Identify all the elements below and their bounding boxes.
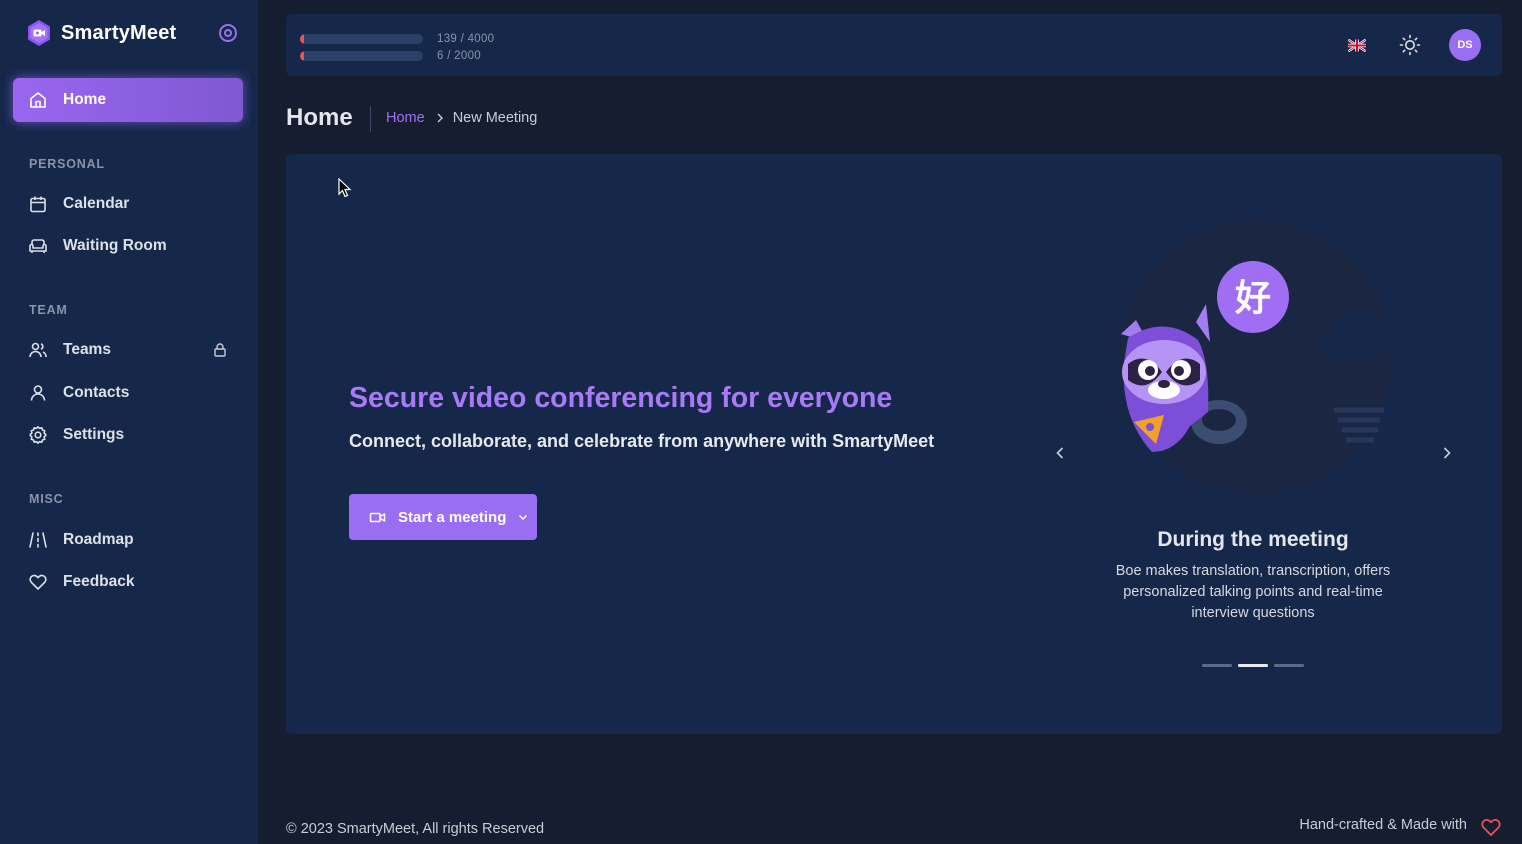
calendar-icon	[30, 196, 46, 213]
carousel-dot-active[interactable]	[1238, 664, 1268, 667]
translation-badge-char: 好	[1234, 278, 1271, 319]
user-icon	[30, 385, 46, 401]
sidebar-collapse-icon[interactable]	[218, 23, 238, 43]
usage-count: 139 / 4000	[437, 32, 495, 45]
chevron-down-icon[interactable]	[517, 511, 529, 523]
section-title-team: TEAM	[29, 303, 68, 317]
sidebar-item-waiting-room[interactable]: Waiting Room	[13, 226, 243, 266]
road-icon	[29, 532, 47, 548]
sidebar-item-label: Home	[63, 91, 107, 108]
breadcrumb-current: New Meeting	[452, 110, 538, 126]
avatar[interactable]: DS	[1449, 29, 1481, 61]
video-camera-icon	[369, 512, 386, 522]
section-title-misc: MISC	[29, 492, 64, 506]
hero-title: Secure video conferencing for everyone	[349, 382, 893, 414]
footer-handmade: Hand-crafted & Made with	[1299, 817, 1467, 833]
sidebar-item-label: Feedback	[63, 573, 135, 590]
sidebar-item-calendar[interactable]: Calendar	[13, 184, 243, 224]
sidebar-item-label: Calendar	[63, 195, 130, 212]
sidebar-item-label: Roadmap	[63, 531, 134, 548]
sun-icon[interactable]	[1399, 34, 1421, 56]
sidebar-item-roadmap[interactable]: Roadmap	[13, 520, 243, 560]
usage-meters: 139 / 4000 6 / 2000	[300, 30, 494, 64]
sidebar-item-label: Teams	[63, 341, 111, 358]
gear-icon	[29, 426, 47, 444]
carousel-next-icon[interactable]	[1438, 444, 1456, 462]
chevron-right-icon	[437, 113, 443, 123]
sidebar-item-label: Waiting Room	[63, 237, 167, 254]
sidebar: SmartyMeet Home PERSONAL Calendar Waitin…	[0, 0, 258, 844]
mouse-cursor-icon	[338, 178, 352, 198]
page-title: Home	[286, 104, 353, 131]
section-title-personal: PERSONAL	[29, 157, 105, 171]
sidebar-item-teams[interactable]: Teams	[13, 330, 243, 370]
breadcrumb: Home New Meeting	[386, 110, 537, 126]
carousel-slide-description: Boe makes translation, transcription, of…	[1115, 563, 1391, 621]
usage-progress-fill	[300, 33, 304, 44]
carousel-dot[interactable]	[1202, 664, 1232, 667]
raccoon-mascot-illustration: 好	[1119, 220, 1393, 494]
users-icon	[29, 342, 47, 358]
usage-row-meetings: 6 / 2000	[300, 47, 494, 64]
couch-icon	[29, 239, 47, 253]
usage-progress-bar	[300, 50, 423, 61]
smartymeet-logo-icon	[28, 20, 50, 46]
carousel-indicators	[1202, 664, 1304, 667]
start-meeting-button[interactable]: Start a meeting	[349, 494, 537, 540]
sidebar-item-settings[interactable]: Settings	[13, 415, 243, 455]
sidebar-item-label: Settings	[63, 426, 125, 443]
sidebar-item-contacts[interactable]: Contacts	[13, 373, 243, 413]
topbar: 139 / 4000 6 / 2000 DS	[286, 14, 1502, 76]
uk-flag-icon[interactable]	[1348, 39, 1366, 52]
carousel-prev-icon[interactable]	[1051, 444, 1069, 462]
sidebar-item-home[interactable]: Home	[13, 78, 243, 122]
footer-copyright: © 2023 SmartyMeet, All rights Reserved	[286, 821, 545, 837]
home-icon	[30, 92, 46, 108]
breadcrumb-home-link[interactable]: Home	[386, 110, 425, 126]
sidebar-item-feedback[interactable]: Feedback	[13, 562, 243, 602]
title-divider	[370, 106, 371, 132]
hero-subtitle: Connect, collaborate, and celebrate from…	[349, 431, 935, 451]
carousel-slide-title: During the meeting	[1157, 528, 1349, 551]
usage-progress-bar	[300, 33, 423, 44]
usage-row-minutes: 139 / 4000	[300, 30, 494, 47]
carousel-dot[interactable]	[1274, 664, 1304, 667]
sidebar-item-label: Contacts	[63, 384, 130, 401]
heart-icon	[29, 574, 47, 590]
usage-count: 6 / 2000	[437, 49, 481, 62]
hero-card: Secure video conferencing for everyone C…	[286, 154, 1502, 734]
brand[interactable]: SmartyMeet	[25, 19, 176, 47]
heart-icon	[1481, 819, 1501, 836]
brand-name: SmartyMeet	[61, 21, 177, 44]
usage-progress-fill	[300, 50, 304, 61]
lock-icon	[214, 343, 226, 357]
start-meeting-label: Start a meeting	[398, 508, 507, 526]
app-root: SmartyMeet Home PERSONAL Calendar Waitin…	[0, 0, 1522, 844]
